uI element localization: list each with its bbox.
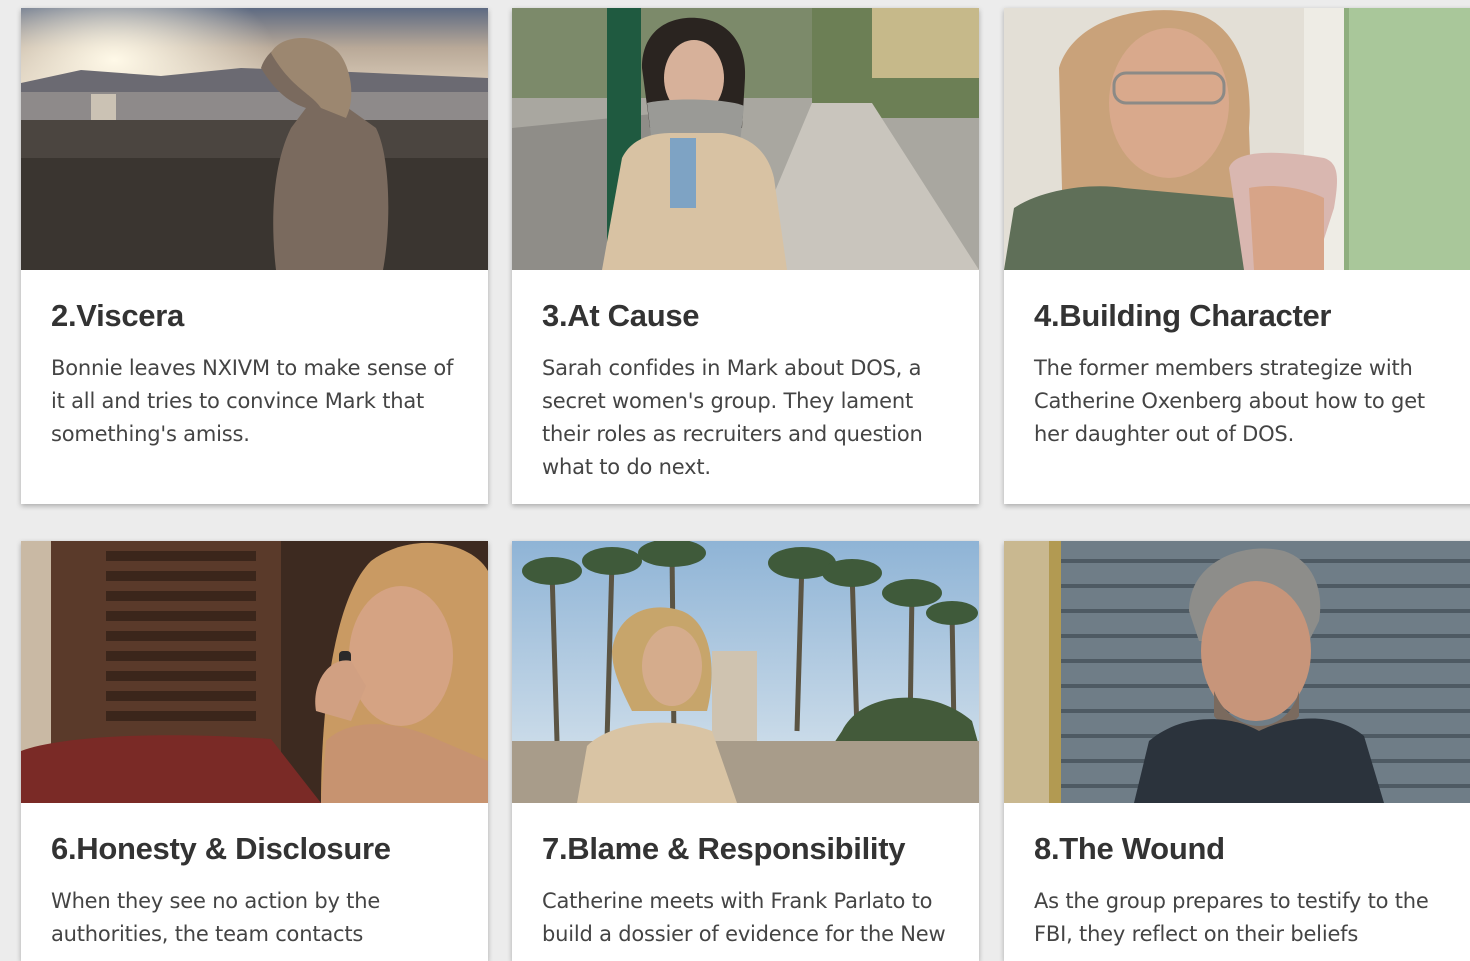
episode-card[interactable]: 4.Building Character The former members …	[1004, 8, 1470, 504]
episode-title[interactable]: 6.Honesty & Disclosure	[51, 831, 458, 867]
episode-description: Catherine meets with Frank Parlato to bu…	[542, 889, 946, 946]
episode-card-body: 3.At Cause Sarah confides in Mark about …	[512, 270, 979, 504]
episode-thumbnail[interactable]	[21, 541, 488, 803]
episode-thumbnail[interactable]	[1004, 8, 1470, 270]
episode-card[interactable]: 6.Honesty & Disclosure When they see no …	[21, 541, 488, 961]
episode-thumbnail[interactable]	[1004, 541, 1470, 803]
episode-card-body: 8.The Wound As the group prepares to tes…	[1004, 803, 1470, 961]
episode-description: The former members strategize with Cathe…	[1034, 356, 1425, 446]
episode-thumbnail[interactable]	[512, 8, 979, 270]
episode-card-body: 7.Blame & Responsibility Catherine meets…	[512, 803, 979, 961]
episode-title[interactable]: 8.The Wound	[1034, 831, 1454, 867]
episode-title[interactable]: 2.Viscera	[51, 298, 458, 334]
episode-card[interactable]: 8.The Wound As the group prepares to tes…	[1004, 541, 1470, 961]
episode-description: Bonnie leaves NXIVM to make sense of it …	[51, 356, 454, 446]
episode-title[interactable]: 4.Building Character	[1034, 298, 1454, 334]
episode-title[interactable]: 7.Blame & Responsibility	[542, 831, 949, 867]
episode-thumbnail[interactable]	[512, 541, 979, 803]
episode-title[interactable]: 3.At Cause	[542, 298, 949, 334]
episode-card[interactable]: 7.Blame & Responsibility Catherine meets…	[512, 541, 979, 961]
episode-card[interactable]: 2.Viscera Bonnie leaves NXIVM to make se…	[21, 8, 488, 504]
episode-card-body: 4.Building Character The former members …	[1004, 270, 1470, 475]
episode-card[interactable]: 3.At Cause Sarah confides in Mark about …	[512, 8, 979, 504]
episode-grid: 2.Viscera Bonnie leaves NXIVM to make se…	[0, 0, 1470, 961]
episode-thumbnail[interactable]	[21, 8, 488, 270]
episode-description: As the group prepares to testify to the …	[1034, 889, 1429, 946]
episode-description: When they see no action by the authoriti…	[51, 889, 381, 946]
episode-card-body: 2.Viscera Bonnie leaves NXIVM to make se…	[21, 270, 488, 475]
episode-description: Sarah confides in Mark about DOS, a secr…	[542, 356, 923, 479]
episode-card-body: 6.Honesty & Disclosure When they see no …	[21, 803, 488, 961]
